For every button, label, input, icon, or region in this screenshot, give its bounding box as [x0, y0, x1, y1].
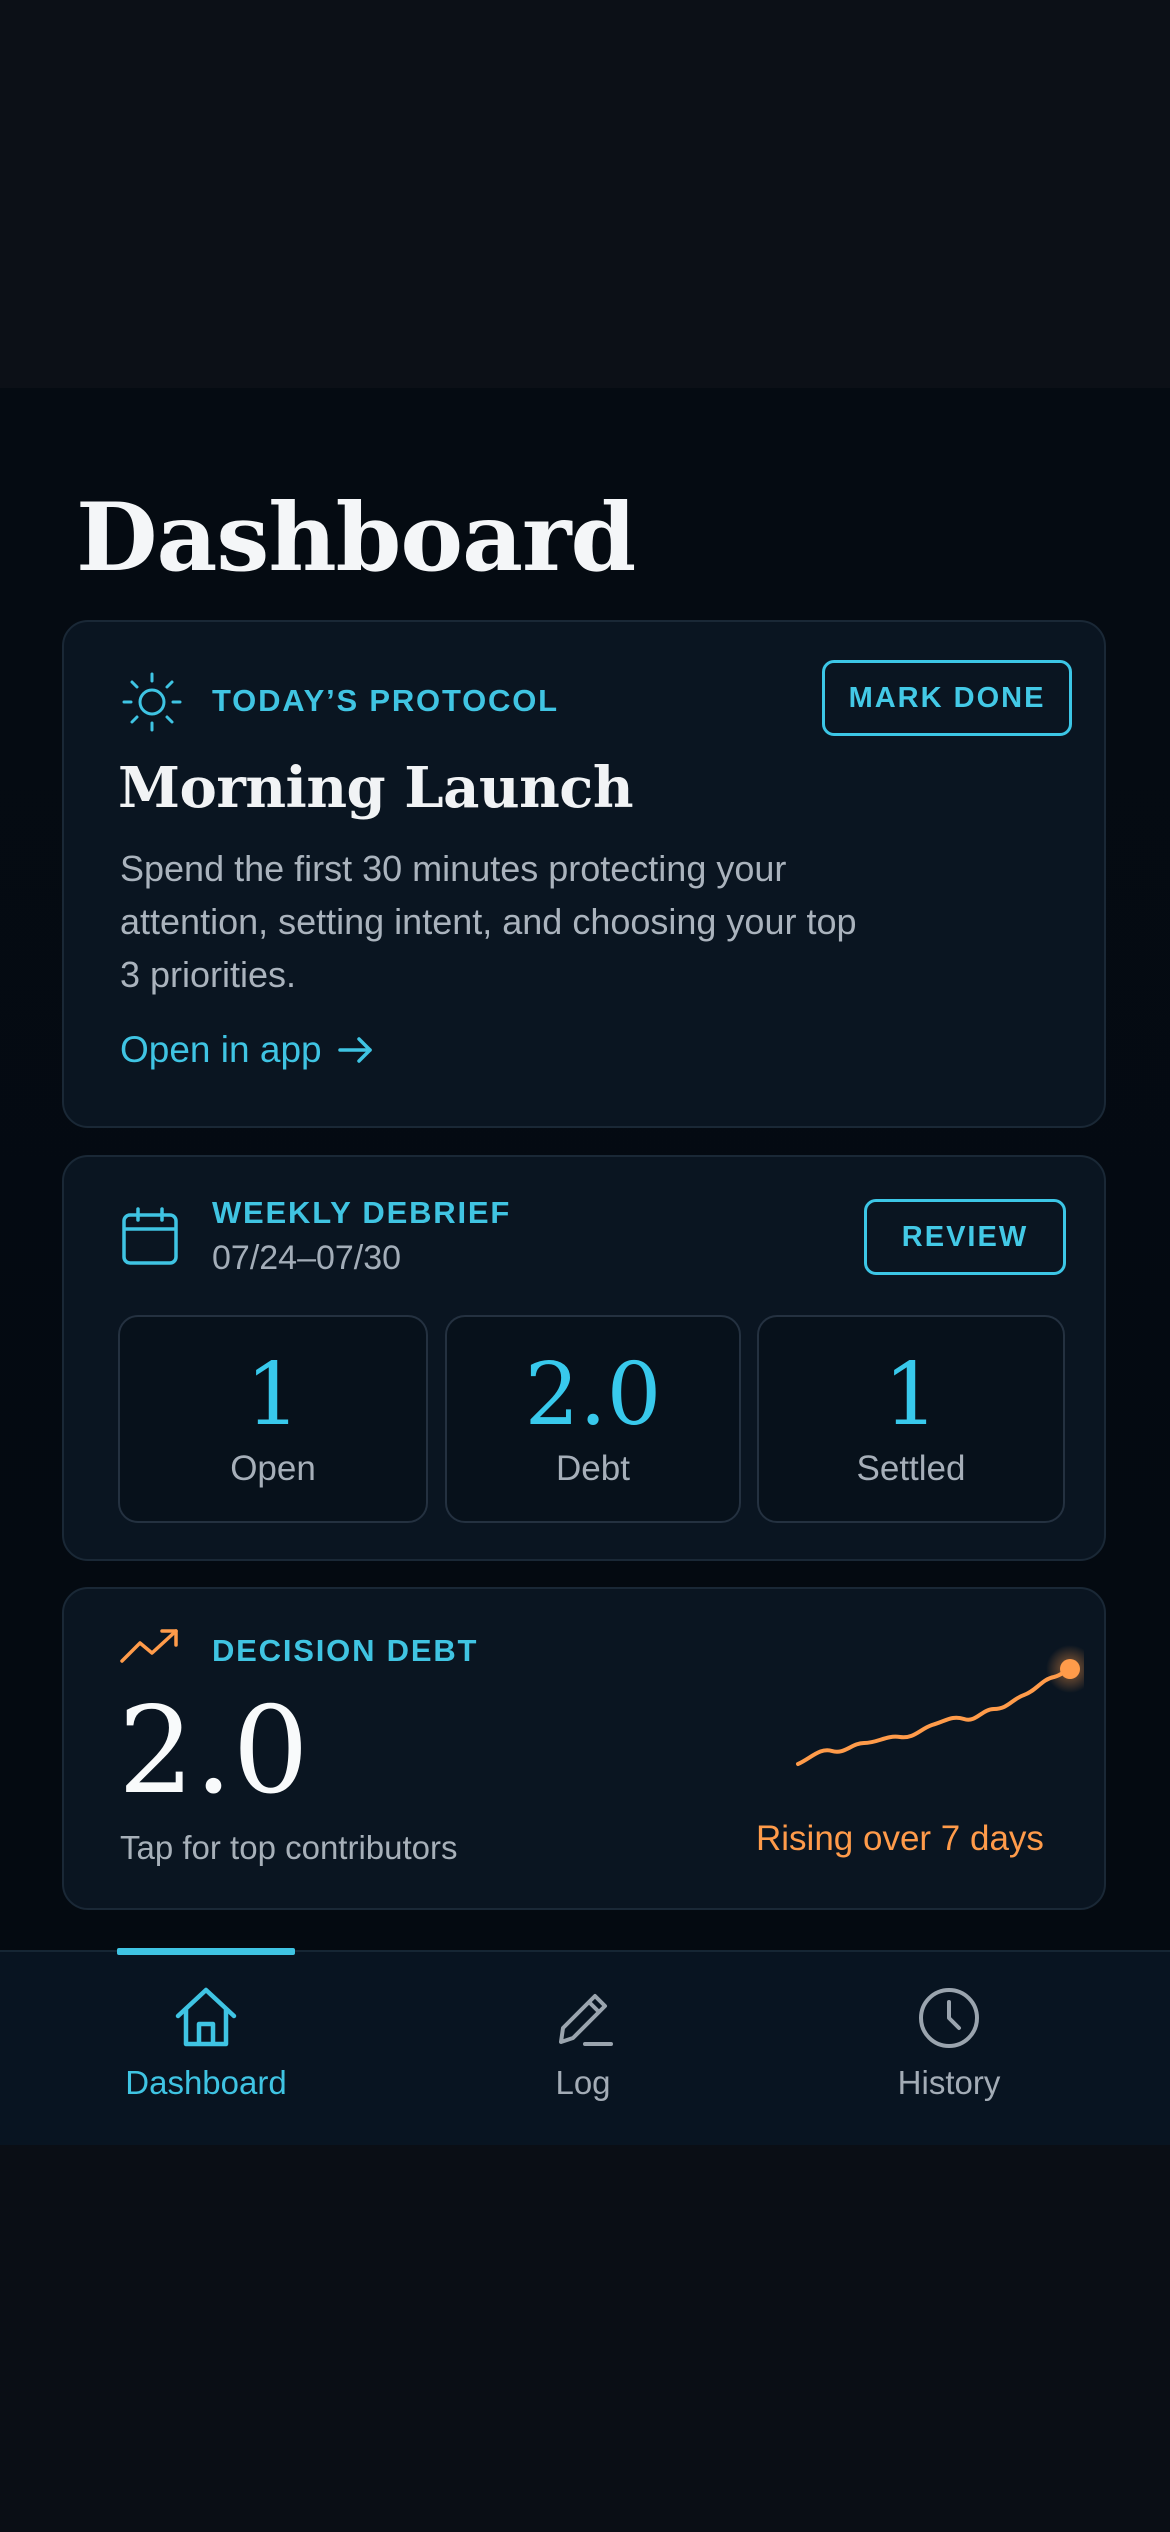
stat-label: Debt [556, 1449, 630, 1488]
protocol-card[interactable]: TODAY’S PROTOCOL MARK DONE Morning Launc… [62, 620, 1106, 1128]
open-in-app-link[interactable]: Open in app [120, 1026, 376, 1074]
nav-tab-log[interactable]: Log [463, 1952, 703, 2147]
home-icon [170, 1982, 242, 2054]
nav-tab-dashboard[interactable]: Dashboard [86, 1952, 326, 2147]
nav-label: Dashboard [125, 2064, 287, 2101]
stat-value: 1 [883, 1345, 939, 1445]
protocol-eyebrow: TODAY’S PROTOCOL [212, 683, 559, 718]
stat-label: Open [230, 1449, 316, 1488]
trending-up-icon [118, 1623, 182, 1671]
arrow-right-icon [336, 1030, 376, 1070]
sun-icon [120, 670, 184, 734]
pencil-icon [547, 1982, 619, 2054]
clock-icon [913, 1982, 985, 2054]
stat-tile-open[interactable]: 1 Open [118, 1315, 428, 1523]
stat-label: Settled [856, 1449, 966, 1488]
mark-done-button[interactable]: MARK DONE [822, 660, 1072, 736]
decision-debt-value: 2.0 [118, 1682, 309, 1821]
open-in-app-label: Open in app [120, 1029, 322, 1070]
calendar-icon [118, 1205, 182, 1269]
protocol-description: Spend the first 30 minutes protecting yo… [120, 848, 857, 995]
stat-value: 2.0 [524, 1345, 662, 1445]
decision-debt-eyebrow: DECISION DEBT [212, 1633, 479, 1668]
protocol-title: Morning Launch [118, 755, 634, 821]
page-title: Dashboard [76, 483, 636, 593]
nav-label: Log [555, 2064, 611, 2101]
bottom-nav: Dashboard Log History [0, 1948, 1170, 2147]
decision-debt-hint: Tap for top contributors [120, 1829, 458, 1866]
trend-sparkline [796, 1645, 1084, 1766]
stat-tile-settled[interactable]: 1 Settled [757, 1315, 1065, 1523]
review-button[interactable]: REVIEW [864, 1199, 1066, 1275]
trend-caption: Rising over 7 days [756, 1819, 1044, 1858]
decision-debt-card[interactable]: DECISION DEBT 2.0 Tap for top contributo… [62, 1587, 1106, 1910]
stat-tile-debt[interactable]: 2.0 Debt [445, 1315, 741, 1523]
trend-endpoint [1060, 1659, 1080, 1679]
debrief-date-range: 07/24–07/30 [212, 1239, 402, 1277]
trend-line [796, 1667, 1072, 1766]
stat-value: 1 [245, 1345, 301, 1445]
nav-tab-history[interactable]: History [829, 1952, 1069, 2147]
debrief-eyebrow: WEEKLY DEBRIEF [212, 1195, 512, 1230]
weekly-debrief-card[interactable]: WEEKLY DEBRIEF 07/24–07/30 REVIEW 1 Open… [62, 1155, 1106, 1561]
app-screen: Dashboard TODAY’S PROTOCOL MARK DONE Mor… [0, 0, 1170, 2532]
nav-label: History [897, 2064, 1001, 2101]
status-bar-area [0, 0, 1170, 388]
